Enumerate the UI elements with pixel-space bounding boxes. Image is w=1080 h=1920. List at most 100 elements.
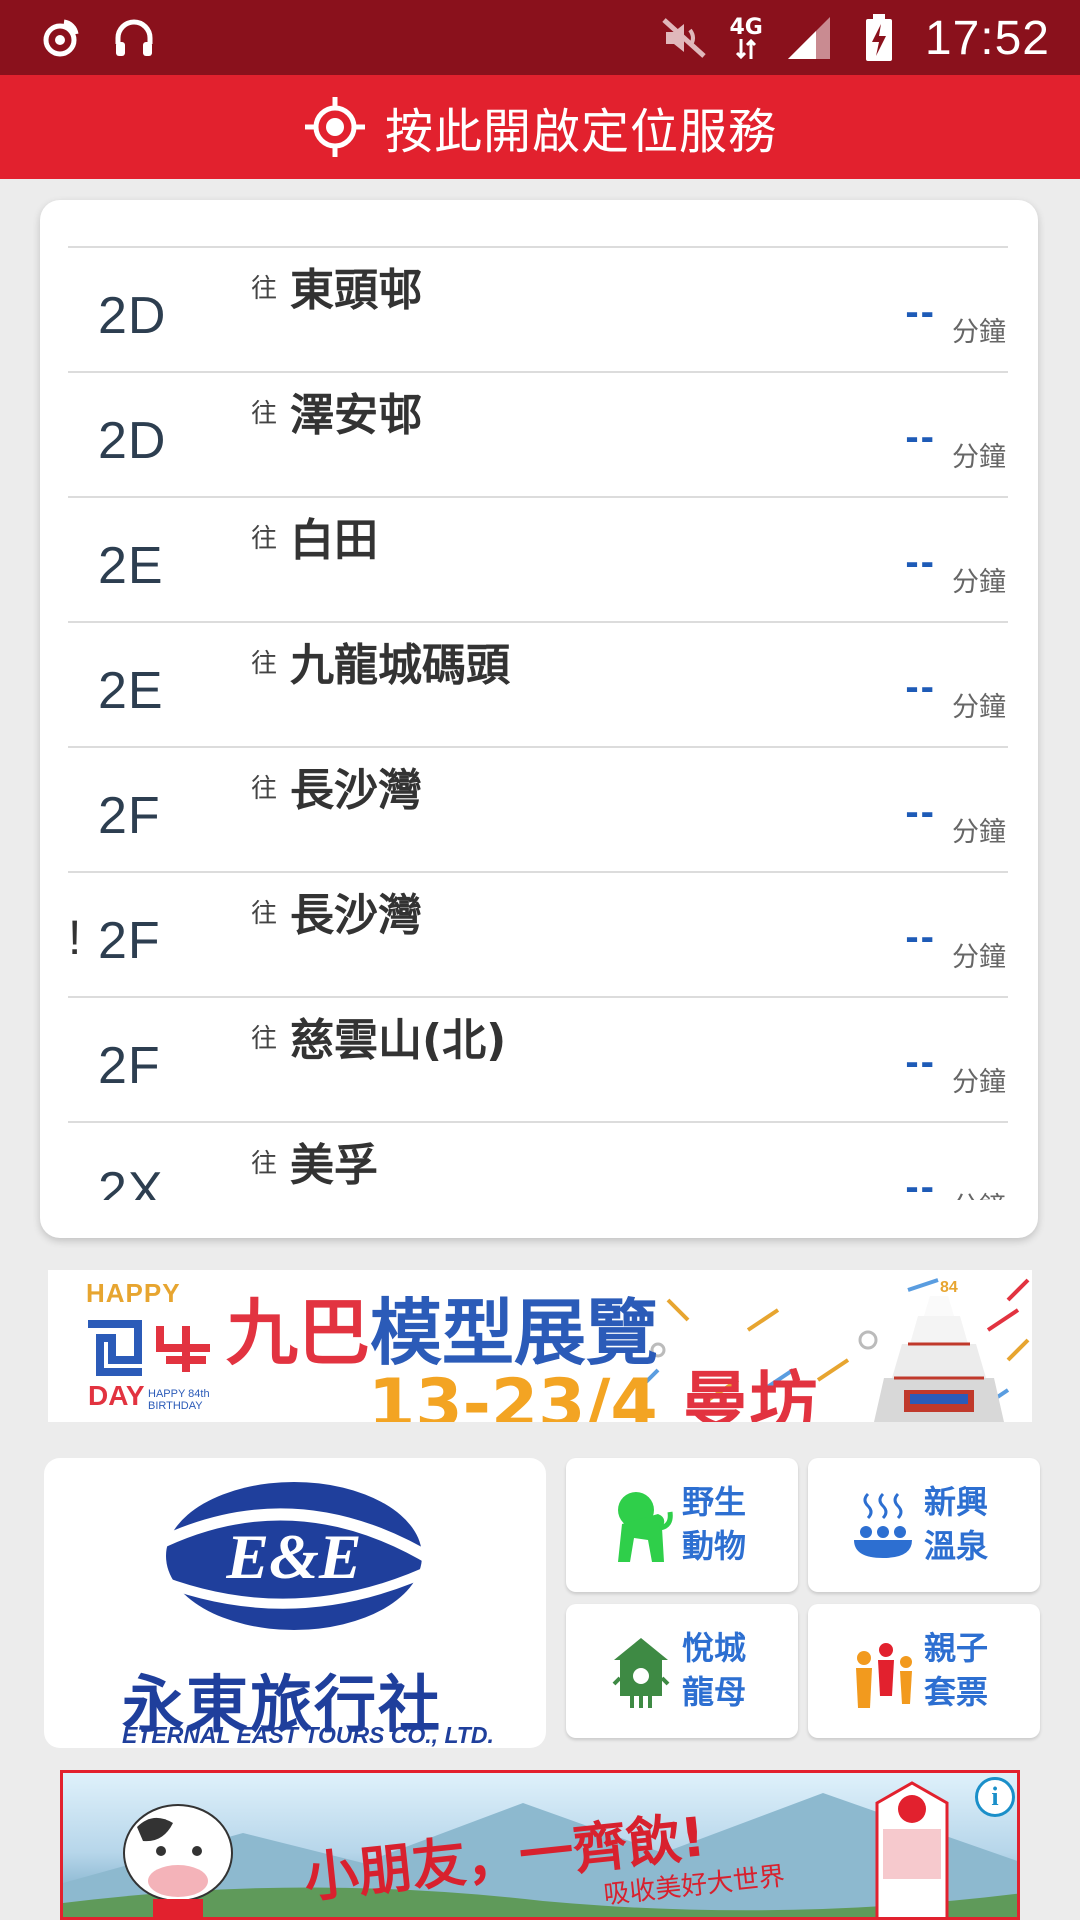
to-prefix: 往	[251, 649, 278, 679]
shortcut-label: 親子 套票	[924, 1626, 1024, 1714]
shortcut-hot-spring[interactable]: 新興 溫泉	[808, 1458, 1040, 1592]
milk-drink-ad[interactable]: 小朋友，一齊飲! 吸收美好大世界 i	[60, 1770, 1020, 1920]
to-prefix: 往	[251, 774, 278, 804]
route-number: 2D	[98, 412, 167, 470]
ad-info-icon[interactable]: i	[975, 1777, 1015, 1817]
banner-dates-venue: 13-23/4 曼坊	[368, 1348, 817, 1422]
destination: 東頭邨	[290, 265, 422, 316]
eta-row[interactable]: 2X 往 美孚 -- 分鐘	[68, 1121, 1008, 1200]
eta-row[interactable]: 2E 往 九龍城碼頭 -- 分鐘	[68, 621, 1008, 746]
birthday-line-2: BIRTHDAY	[148, 1400, 203, 1412]
birthday-label: HAPPY 84th BIRTHDAY	[148, 1388, 210, 1412]
eta-value: --	[905, 415, 936, 459]
lion-icon	[618, 1492, 673, 1562]
happy-label: HAPPY	[86, 1278, 181, 1308]
eta-row[interactable]: 2F 往 慈雲山(北) -- 分鐘	[68, 996, 1008, 1121]
data-arrows-icon	[736, 39, 757, 59]
birthday-line-1: HAPPY 84th	[148, 1388, 210, 1400]
eta-row[interactable]: 2D 往 東頭邨 -- 分鐘	[68, 246, 1008, 371]
shortcut-label: 野生 動物	[682, 1480, 782, 1568]
temple-icon	[612, 1638, 670, 1708]
minutes-label: 分鐘	[952, 942, 1006, 973]
locate-crosshair-icon	[304, 97, 365, 157]
destination: 美孚	[290, 1140, 378, 1191]
eta-value: --	[905, 1165, 936, 1200]
headphones-icon	[110, 14, 158, 62]
route-number: 2E	[98, 537, 164, 595]
minutes-label: 分鐘	[952, 817, 1006, 848]
eta-row[interactable]: 2D 往 澤安邨 -- 分鐘	[68, 371, 1008, 496]
signal-icon	[785, 14, 833, 62]
destination: 長沙灣	[290, 890, 422, 941]
to-prefix: 往	[251, 899, 278, 929]
eta-row[interactable]: 2F 往 長沙灣 -- 分鐘	[68, 746, 1008, 871]
eta-row[interactable]: ! 2F 往 長沙灣 -- 分鐘	[68, 871, 1008, 996]
destination: 白田	[290, 515, 378, 566]
anniversary-numeral-icon	[88, 1320, 210, 1376]
shortcut-label-line-1: 野生	[682, 1483, 747, 1521]
agency-english-name: ETERNAL EAST TOURS CO., LTD.	[122, 1722, 494, 1748]
route-number: 2F	[98, 787, 161, 845]
route-number: 2E	[98, 662, 164, 720]
shortcut-temple[interactable]: 悅城 龍母	[566, 1604, 798, 1738]
battery-charging-icon	[855, 14, 903, 62]
shortcut-label: 新興 溫泉	[924, 1480, 1024, 1568]
eternal-east-tours-ad[interactable]: E&E 永東旅行社 ETERNAL EAST TOURS CO., LTD.	[44, 1458, 546, 1748]
to-prefix: 往	[251, 274, 278, 304]
shortcut-label: 悅城 龍母	[682, 1626, 782, 1714]
route-alert-marker: !	[68, 912, 82, 965]
route-number: 2F	[98, 1037, 161, 1095]
bus-cake-image: 84	[874, 1279, 1004, 1422]
agency-logo-text: E&E	[225, 1521, 361, 1592]
minutes-label: 分鐘	[952, 692, 1006, 723]
shortcut-label-line-2: 龍母	[682, 1673, 747, 1711]
eta-value: --	[905, 290, 936, 334]
milk-carton-image	[875, 1781, 949, 1917]
shortcut-label-line-1: 悅城	[682, 1629, 747, 1667]
minutes-label: 分鐘	[952, 567, 1006, 598]
minutes-label: 分鐘	[952, 317, 1006, 348]
enable-location-label: 按此開啟定位服務	[384, 104, 777, 160]
hot-spring-icon	[854, 1492, 912, 1558]
network-type-label: 4G	[729, 15, 763, 40]
eta-value: --	[905, 665, 936, 709]
shortcut-wildlife[interactable]: 野生 動物	[566, 1458, 798, 1592]
shortcut-family-ticket[interactable]: 親子 套票	[808, 1604, 1040, 1738]
destination: 慈雲山(北)	[290, 1015, 507, 1066]
eta-list[interactable]: 2D 往 東頭邨 -- 分鐘 2D 往 澤安邨 -- 分鐘 2E 往 白田 --…	[68, 246, 1008, 1200]
eta-value: --	[905, 915, 936, 959]
family-icon	[856, 1643, 912, 1708]
shortcut-label-line-1: 親子	[924, 1629, 989, 1667]
route-number: 2X	[98, 1162, 164, 1200]
cow-mascot-image	[123, 1804, 233, 1917]
to-prefix: 往	[251, 399, 278, 429]
shortcut-label-line-2: 動物	[682, 1527, 747, 1565]
clock: 17:52	[924, 11, 1050, 65]
minutes-label: 分鐘	[952, 1185, 1006, 1200]
shortcut-label-line-1: 新興	[924, 1483, 989, 1521]
status-bar: 4G 17:52	[0, 0, 1080, 75]
eta-row[interactable]: 2E 往 白田 -- 分鐘	[68, 496, 1008, 621]
banner-title-brand: 九巴	[226, 1291, 371, 1375]
shortcut-label-line-2: 套票	[924, 1673, 989, 1711]
shortcut-label-line-2: 溫泉	[924, 1527, 989, 1565]
destination: 九龍城碼頭	[290, 640, 510, 691]
eta-value: --	[905, 1040, 936, 1084]
enable-location-button[interactable]: 按此開啟定位服務	[0, 75, 1080, 179]
to-prefix: 往	[251, 1149, 278, 1179]
route-number: 2D	[98, 287, 167, 345]
eta-value: --	[905, 790, 936, 834]
destination: 長沙灣	[290, 765, 422, 816]
network-type-indicator: 4G	[730, 17, 763, 59]
destination: 澤安邨	[290, 390, 422, 441]
svg-text:84: 84	[940, 1279, 958, 1296]
model-exhibition-banner[interactable]: HAPPY DAY HAPPY 84th BIRTHDAY 九巴模型展覽 13-…	[48, 1270, 1032, 1422]
banner-dates: 13-23/4	[368, 1365, 682, 1422]
minutes-label: 分鐘	[952, 442, 1006, 473]
mute-icon	[660, 14, 708, 62]
eternal-east-logo: E&E	[147, 1482, 442, 1630]
route-number: 2F	[98, 912, 161, 970]
eta-value: --	[905, 540, 936, 584]
day-label: DAY	[88, 1380, 145, 1411]
weibo-icon	[36, 14, 84, 62]
